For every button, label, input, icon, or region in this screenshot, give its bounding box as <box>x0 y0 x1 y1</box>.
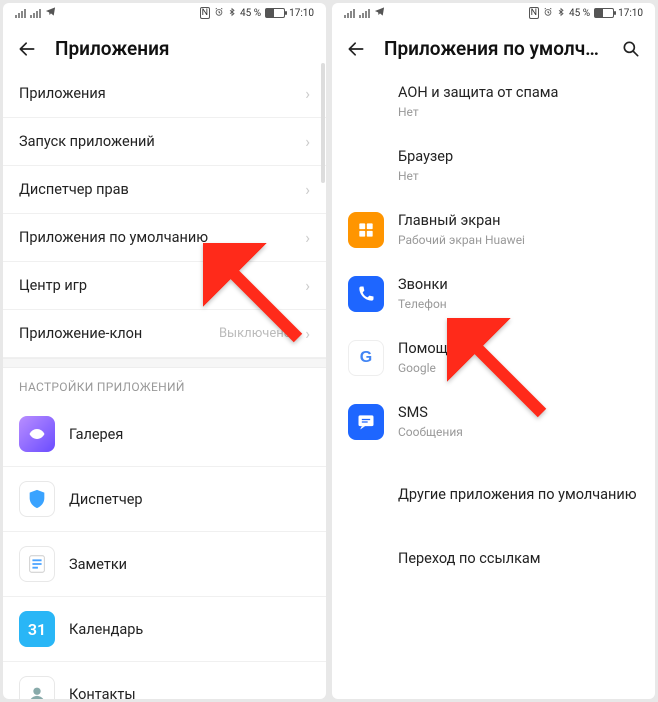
row-assistant[interactable]: G Помощник Google <box>332 326 655 390</box>
section-header: НАСТРОЙКИ ПРИЛОЖЕНИЙ <box>3 368 326 402</box>
chevron-right-icon: › <box>305 324 310 343</box>
row-permissions[interactable]: Диспетчер прав › <box>3 166 326 214</box>
battery-icon <box>265 8 285 18</box>
signal-icon <box>344 9 355 18</box>
row-browser[interactable]: Браузер Нет <box>332 134 655 198</box>
bluetooth-icon <box>228 7 236 20</box>
row-label: Диспетчер прав <box>19 181 291 198</box>
row-sub: Нет <box>398 169 639 184</box>
row-label: Диспетчер <box>69 491 310 508</box>
battery-icon <box>594 8 614 18</box>
gallery-icon <box>19 416 55 452</box>
shield-icon <box>19 481 55 517</box>
app-row-gallery[interactable]: Галерея <box>3 402 326 467</box>
contacts-icon <box>19 676 55 699</box>
row-apps[interactable]: Приложения › <box>3 70 326 118</box>
row-label: Заметки <box>69 556 310 573</box>
phone-left: N 45 % 17:10 Приложения Приложения › Зап… <box>3 3 326 699</box>
sms-icon <box>348 404 384 440</box>
chevron-right-icon: › <box>305 84 310 103</box>
row-label: АОН и защита от спама <box>398 84 639 102</box>
row-caller-id[interactable]: АОН и защита от спама Нет <box>332 70 655 134</box>
google-icon: G <box>348 340 384 376</box>
header: Приложения <box>3 23 326 70</box>
back-icon[interactable] <box>346 39 366 59</box>
clock-time: 17:10 <box>618 8 643 19</box>
page-title: Приложения по умолча... <box>384 37 603 60</box>
scrollbar[interactable] <box>321 63 325 183</box>
telegram-icon <box>45 6 56 20</box>
row-label: SMS <box>398 404 639 422</box>
signal-icon-2 <box>359 9 370 18</box>
icon-placeholder <box>348 84 384 120</box>
status-bar: N 45 % 17:10 <box>332 3 655 23</box>
search-icon[interactable] <box>621 39 641 59</box>
nfc-icon: N <box>529 7 539 19</box>
section-divider <box>3 358 326 368</box>
row-game-center[interactable]: Центр игр › <box>3 262 326 310</box>
icon-placeholder <box>348 540 384 576</box>
back-icon[interactable] <box>17 39 37 59</box>
app-row-contacts[interactable]: Контакты <box>3 662 326 699</box>
app-row-notes[interactable]: Заметки <box>3 532 326 597</box>
phone-icon <box>348 276 384 312</box>
settings-list: Приложения › Запуск приложений › Диспетч… <box>3 70 326 699</box>
notes-icon <box>19 546 55 582</box>
chevron-right-icon: › <box>305 132 310 151</box>
header: Приложения по умолча... <box>332 23 655 70</box>
battery-pct: 45 % <box>569 8 590 19</box>
phone-right: N 45 % 17:10 Приложения по умолча... АОН… <box>332 3 655 699</box>
chevron-right-icon: › <box>305 228 310 247</box>
row-app-launch[interactable]: Запуск приложений › <box>3 118 326 166</box>
clock-time: 17:10 <box>289 8 314 19</box>
icon-placeholder <box>348 148 384 184</box>
icon-placeholder <box>348 476 384 512</box>
default-apps-list: АОН и защита от спама Нет Браузер Нет Гл… <box>332 70 655 699</box>
page-title: Приложения <box>55 37 312 60</box>
bluetooth-icon <box>557 7 565 20</box>
alarm-icon <box>214 7 224 20</box>
calendar-icon: 31 <box>19 611 55 647</box>
chevron-right-icon: › <box>305 180 310 199</box>
row-default-apps[interactable]: Приложения по умолчанию › <box>3 214 326 262</box>
row-open-links[interactable]: Переход по ссылкам <box>332 526 655 590</box>
row-label: Приложения по умолчанию <box>19 229 291 246</box>
row-app-twin[interactable]: Приложение-клон Выключено › <box>3 310 326 358</box>
app-row-dispatcher[interactable]: Диспетчер <box>3 467 326 532</box>
battery-pct: 45 % <box>240 8 261 19</box>
row-sub: Сообщения <box>398 425 639 440</box>
row-sub: Нет <box>398 105 639 120</box>
app-row-calendar[interactable]: 31 Календарь <box>3 597 326 662</box>
nfc-icon: N <box>200 7 210 19</box>
row-label: Галерея <box>69 426 310 443</box>
alarm-icon <box>543 7 553 20</box>
row-label: Другие приложения по умолчанию <box>398 486 639 503</box>
row-label: Главный экран <box>398 212 639 230</box>
row-label: Помощник <box>398 340 639 358</box>
row-other-defaults[interactable]: Другие приложения по умолчанию <box>332 454 655 526</box>
row-label: Запуск приложений <box>19 133 291 150</box>
row-label: Переход по ссылкам <box>398 550 639 567</box>
row-label: Контакты <box>69 686 310 700</box>
telegram-icon <box>374 6 385 20</box>
status-bar: N 45 % 17:10 <box>3 3 326 23</box>
row-label: Звонки <box>398 276 639 294</box>
row-sub: Рабочий экран Huawei <box>398 233 639 248</box>
row-label: Приложение-клон <box>19 325 205 342</box>
row-home[interactable]: Главный экран Рабочий экран Huawei <box>332 198 655 262</box>
row-sub: Телефон <box>398 297 639 312</box>
row-calls[interactable]: Звонки Телефон <box>332 262 655 326</box>
home-icon <box>348 212 384 248</box>
signal-icon-2 <box>30 9 41 18</box>
row-label: Календарь <box>69 621 310 638</box>
signal-icon <box>15 9 26 18</box>
row-value: Выключено <box>219 326 291 341</box>
row-label: Браузер <box>398 148 639 166</box>
row-label: Приложения <box>19 85 291 102</box>
chevron-right-icon: › <box>305 276 310 295</box>
row-sms[interactable]: SMS Сообщения <box>332 390 655 454</box>
row-sub: Google <box>398 361 639 376</box>
row-label: Центр игр <box>19 277 291 294</box>
